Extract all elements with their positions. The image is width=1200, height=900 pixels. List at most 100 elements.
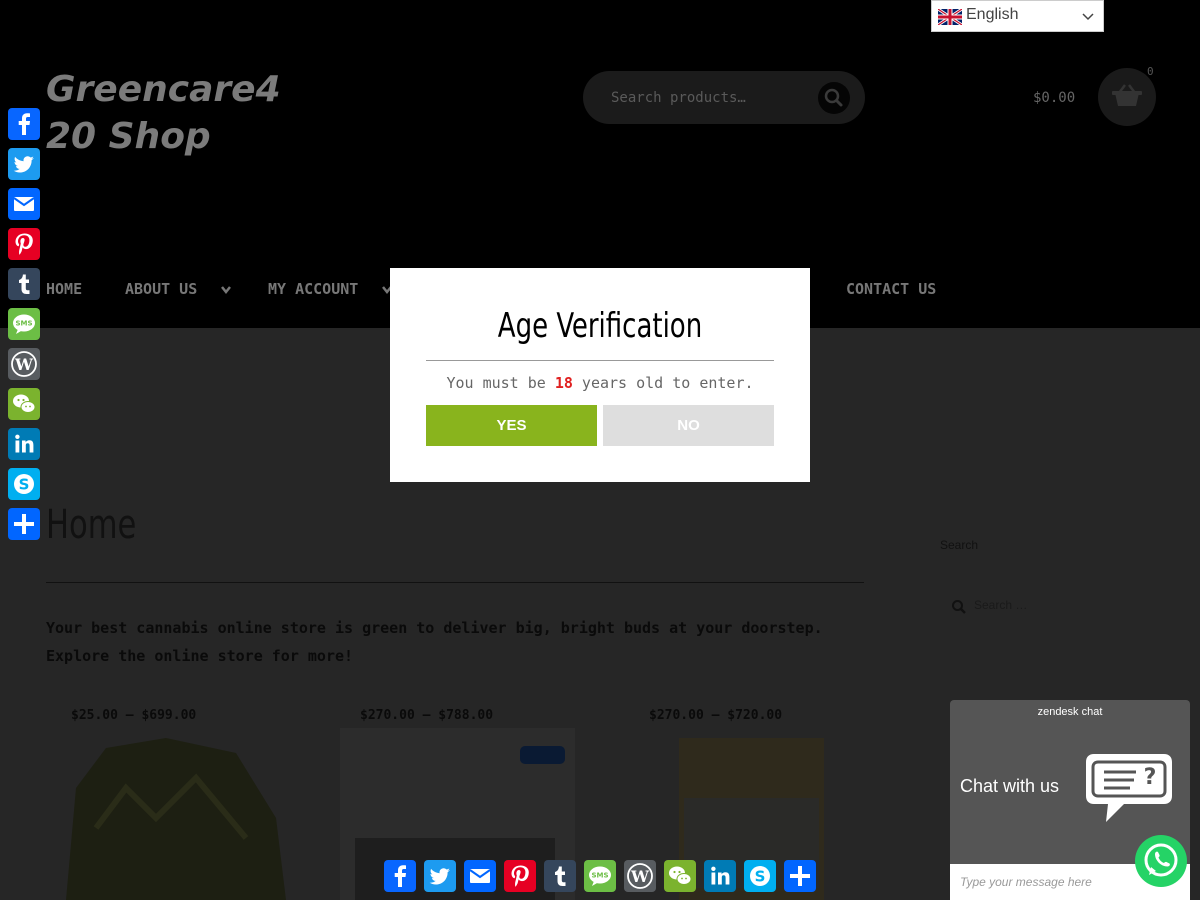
sms-icon: SMS xyxy=(13,314,35,334)
share-tumblr-button[interactable] xyxy=(544,860,576,892)
product-price: $25.00 – $699.00 xyxy=(71,708,197,723)
share-skype-button[interactable]: S xyxy=(744,860,776,892)
tumblr-icon xyxy=(19,274,30,294)
skype-icon: S xyxy=(750,866,770,886)
plus-icon xyxy=(14,514,34,534)
site-logo[interactable]: Greencare4 20 Shop xyxy=(46,66,306,160)
sidebar-search xyxy=(940,592,1160,622)
nav-label: ABOUT US xyxy=(125,280,198,298)
nav-label: CONTACT US xyxy=(846,280,937,298)
share-email-button[interactable] xyxy=(464,860,496,892)
share-linkedin-button[interactable] xyxy=(704,860,736,892)
logo-line-1: Greencare4 xyxy=(46,69,281,110)
sidebar-search-heading: Search xyxy=(940,538,979,552)
search-icon xyxy=(824,88,843,107)
share-facebook-button[interactable] xyxy=(384,860,416,892)
share-wechat-button[interactable] xyxy=(8,388,40,420)
product-price: $270.00 – $788.00 xyxy=(360,708,494,723)
facebook-icon xyxy=(18,113,30,135)
pinterest-icon xyxy=(511,865,529,887)
wordpress-icon: W xyxy=(11,351,37,377)
modal-message-after: years old to enter. xyxy=(572,374,754,392)
svg-text:S: S xyxy=(19,476,30,494)
sidebar-search-input[interactable] xyxy=(974,598,1124,612)
email-icon xyxy=(13,197,35,211)
share-more-button[interactable] xyxy=(8,508,40,540)
nav-item-my-account[interactable]: MY ACCOUNT xyxy=(268,280,393,298)
email-icon xyxy=(469,869,491,883)
yes-button[interactable]: YES xyxy=(426,405,597,446)
nav-item-about[interactable]: ABOUT US xyxy=(125,280,232,298)
title-divider xyxy=(46,582,864,583)
svg-text:SMS: SMS xyxy=(591,872,608,880)
cart-total[interactable]: $0.00 xyxy=(1033,90,1075,106)
share-twitter-button[interactable] xyxy=(8,148,40,180)
search-icon xyxy=(952,600,966,614)
modal-divider xyxy=(426,360,774,361)
share-sms-button[interactable]: SMS xyxy=(8,308,40,340)
whatsapp-icon xyxy=(1144,843,1178,877)
linkedin-icon xyxy=(711,866,730,885)
tumblr-icon xyxy=(555,866,566,886)
page-title: Home xyxy=(46,502,137,548)
svg-text:W: W xyxy=(630,867,650,886)
share-tumblr-button[interactable] xyxy=(8,268,40,300)
nav-item-contact[interactable]: CONTACT US xyxy=(846,280,936,298)
share-email-button[interactable] xyxy=(8,188,40,220)
share-facebook-button[interactable] xyxy=(8,108,40,140)
wechat-icon xyxy=(669,866,692,885)
chat-title: Chat with us xyxy=(960,776,1060,796)
nav-label: HOME xyxy=(46,280,83,298)
facebook-icon xyxy=(394,865,406,887)
twitter-icon xyxy=(13,156,34,173)
share-wechat-button[interactable] xyxy=(664,860,696,892)
modal-message: You must be 18 years old to enter. xyxy=(390,374,810,392)
cart-count-badge: 0 xyxy=(1147,65,1154,78)
logo-line-2: 20 Shop xyxy=(46,116,211,157)
svg-text:SMS: SMS xyxy=(15,320,32,328)
share-twitter-button[interactable] xyxy=(424,860,456,892)
uk-flag-icon xyxy=(938,9,962,25)
chat-brand: zendesk chat xyxy=(1037,706,1103,718)
language-selector[interactable]: English xyxy=(931,0,1104,32)
share-bottom-bar: SMS W S xyxy=(384,860,824,892)
pinterest-icon xyxy=(15,233,33,255)
svg-text:S: S xyxy=(755,868,766,886)
share-more-button[interactable] xyxy=(784,860,816,892)
search-button[interactable] xyxy=(818,82,850,114)
linkedin-icon xyxy=(15,434,34,453)
share-linkedin-button[interactable] xyxy=(8,428,40,460)
product-image[interactable] xyxy=(46,728,286,900)
svg-text:W: W xyxy=(14,355,34,374)
modal-message-before: You must be xyxy=(446,374,555,392)
sms-icon: SMS xyxy=(589,866,611,886)
product-search xyxy=(583,71,865,124)
modal-title: Age Verification xyxy=(497,306,703,346)
plus-icon xyxy=(790,866,810,886)
share-pinterest-button[interactable] xyxy=(504,860,536,892)
chevron-down-icon xyxy=(1082,13,1094,21)
chat-bubble-icon: ? xyxy=(1086,754,1172,822)
share-pinterest-button[interactable] xyxy=(8,228,40,260)
nav-item-home[interactable]: HOME xyxy=(46,280,82,298)
share-sms-button[interactable]: SMS xyxy=(584,860,616,892)
product-card[interactable]: $25.00 – $699.00 xyxy=(46,708,286,900)
language-label: English xyxy=(966,6,1019,23)
chevron-down-icon xyxy=(221,285,232,294)
wechat-icon xyxy=(13,394,36,413)
nav-label: MY ACCOUNT xyxy=(268,280,359,298)
share-wordpress-button[interactable]: W xyxy=(624,860,656,892)
age-verification-modal: Age Verification You must be 18 years ol… xyxy=(390,268,810,482)
twitter-icon xyxy=(429,868,450,885)
intro-text: Your best cannabis online store is green… xyxy=(46,619,823,665)
svg-text:?: ? xyxy=(1144,765,1157,790)
minimum-age: 18 xyxy=(554,374,573,392)
share-wordpress-button[interactable]: W xyxy=(8,348,40,380)
whatsapp-button[interactable] xyxy=(1135,835,1187,887)
product-search-input[interactable] xyxy=(611,88,811,108)
share-skype-button[interactable]: S xyxy=(8,468,40,500)
no-button[interactable]: NO xyxy=(603,405,774,446)
product-price: $270.00 – $720.00 xyxy=(649,708,783,723)
skype-icon: S xyxy=(14,474,34,494)
wordpress-icon: W xyxy=(627,863,653,889)
